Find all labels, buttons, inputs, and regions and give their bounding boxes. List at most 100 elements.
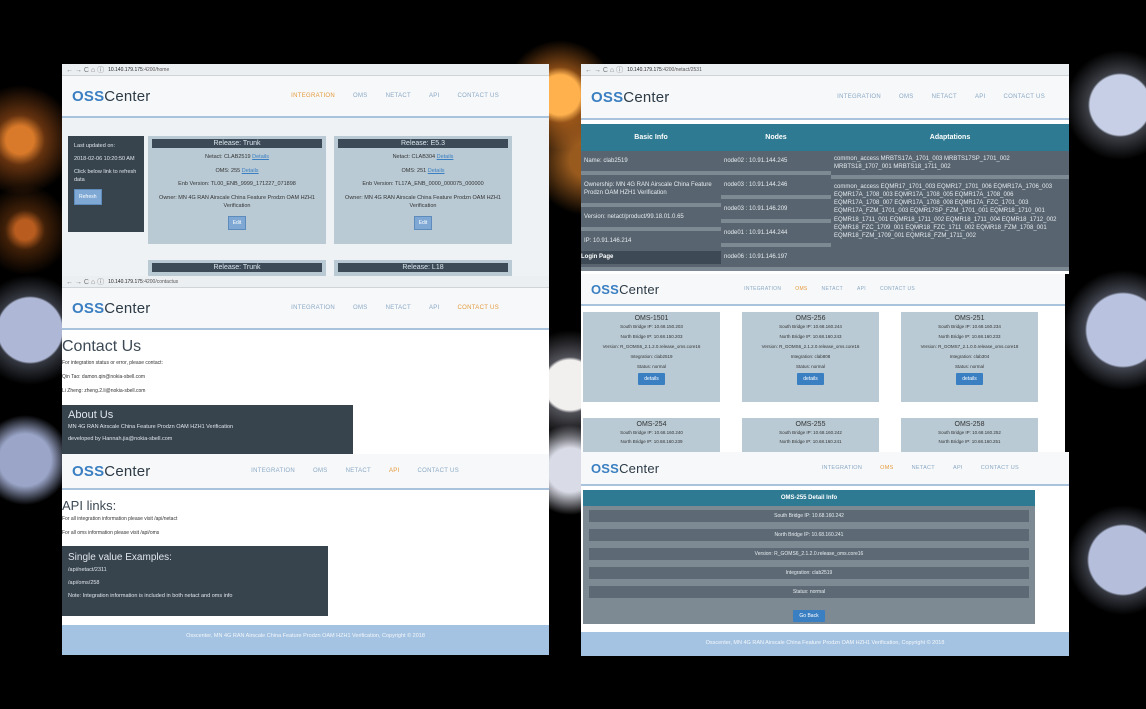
site-logo[interactable]: OSSCenter bbox=[591, 461, 659, 476]
oms-integration: Integration: clab2519 bbox=[630, 354, 673, 359]
oms-card: OMS-256 South Bridge IP: 10.68.160.244 N… bbox=[742, 312, 879, 402]
adaptation-list: common_access MRBTS17A_1701_003 MRBTS17S… bbox=[831, 151, 1069, 180]
nav-api[interactable]: API bbox=[429, 305, 440, 311]
site-header: OSSCenter INTEGRATION OMS NETACT API CON… bbox=[62, 76, 549, 118]
nav-api[interactable]: API bbox=[389, 468, 400, 474]
nav-netact[interactable]: NETACT bbox=[386, 93, 411, 99]
nav-api[interactable]: API bbox=[953, 465, 963, 471]
detail-row: North Bridge IP: 10.68.160.241 bbox=[589, 529, 1029, 541]
card-netact: Netact: CLAB2519 bbox=[205, 154, 251, 160]
oms-panel: OSSCenter INTEGRATION OMS NETACT API CON… bbox=[581, 274, 1065, 452]
refresh-button[interactable]: Refresh bbox=[74, 189, 102, 206]
nav-integration[interactable]: INTEGRATION bbox=[291, 305, 335, 311]
details-link[interactable]: Details bbox=[437, 154, 454, 160]
nav-integration[interactable]: INTEGRATION bbox=[744, 286, 781, 292]
basic-version: Version: netact/product/99.18.01.0.65 bbox=[581, 207, 721, 232]
detail-row: South Bridge IP: 10.68.160.242 bbox=[589, 510, 1029, 522]
nav-oms[interactable]: OMS bbox=[313, 468, 328, 474]
example-link[interactable]: /api/oms/258 bbox=[68, 580, 322, 586]
api-line: For all oms information please visit /ap… bbox=[62, 530, 160, 536]
details-link[interactable]: Details bbox=[252, 154, 269, 160]
nav-netact[interactable]: NETACT bbox=[346, 468, 371, 474]
detail-title: OMS-255 Detail Info bbox=[583, 490, 1035, 506]
site-logo[interactable]: OSSCenter bbox=[591, 282, 659, 297]
nav-integration[interactable]: INTEGRATION bbox=[822, 465, 862, 471]
address-bar[interactable]: 10.140.179.175:4200/contactus bbox=[108, 279, 178, 285]
nav-api[interactable]: API bbox=[857, 286, 866, 292]
nav-oms[interactable]: OMS bbox=[353, 305, 368, 311]
basic-ownership: Ownership: MN 4G RAN Airscale China Feat… bbox=[581, 175, 721, 208]
oms-status: Status: normal bbox=[636, 364, 666, 369]
nav-oms[interactable]: OMS bbox=[880, 465, 893, 471]
card-oms: OMS: 255 bbox=[215, 167, 241, 174]
card-enb: Enb Version: TL00_ENB_9999_171227_071898 bbox=[178, 181, 296, 188]
release-card: Release: E5.3 Netact: CLAB304 Details OM… bbox=[334, 136, 512, 244]
example-link[interactable]: /api/netact/2311 bbox=[68, 567, 322, 573]
site-header: OSSCenter INTEGRATION OMS NETACT API CON… bbox=[581, 452, 1069, 486]
footer-text: Osscenter, MN 4G RAN Airscale China Feat… bbox=[705, 640, 945, 646]
nav-menu: INTEGRATION OMS NETACT API CONTACT US bbox=[822, 465, 1019, 471]
nav-netact[interactable]: NETACT bbox=[386, 305, 411, 311]
site-header: OSSCenter INTEGRATION OMS NETACT API CON… bbox=[581, 76, 1069, 120]
nav-netact[interactable]: NETACT bbox=[822, 286, 843, 292]
browser-nav-icons[interactable]: ← → C ⌂ ⓘ bbox=[66, 277, 104, 287]
details-link[interactable]: Details bbox=[428, 168, 445, 174]
api-panel: OSSCenter INTEGRATION OMS NETACT API CON… bbox=[62, 454, 549, 655]
card-owner: Owner: MN 4G RAN Airscale China Feature … bbox=[345, 195, 501, 209]
oms-status: Status: normal bbox=[795, 364, 825, 369]
nav-contact[interactable]: CONTACT US bbox=[458, 93, 499, 99]
nav-integration[interactable]: INTEGRATION bbox=[837, 94, 881, 100]
nav-netact[interactable]: NETACT bbox=[912, 465, 935, 471]
details-button[interactable]: details bbox=[956, 373, 983, 385]
edit-button[interactable]: Edit bbox=[227, 216, 247, 231]
oms-nb: North Bridge IP: 10.68.160.241 bbox=[779, 439, 842, 444]
nav-contact[interactable]: CONTACT US bbox=[981, 465, 1019, 471]
home-panel: ← → C ⌂ ⓘ 10.140.179.175:4200/home OSSCe… bbox=[62, 64, 549, 276]
details-button[interactable]: details bbox=[638, 373, 665, 385]
site-logo[interactable]: OSSCenter bbox=[72, 463, 151, 480]
nav-netact[interactable]: NETACT bbox=[932, 94, 957, 100]
nav-oms[interactable]: OMS bbox=[353, 93, 368, 99]
details-link[interactable]: Details bbox=[242, 168, 259, 174]
address-bar[interactable]: 10.140.179.175:4200/netact/2531 bbox=[627, 67, 702, 73]
site-logo[interactable]: OSSCenter bbox=[72, 300, 151, 317]
col-header: Nodes bbox=[721, 124, 831, 151]
oms-title: OMS-258 bbox=[954, 421, 985, 428]
col-header: Basic Info bbox=[581, 124, 721, 151]
nav-integration[interactable]: INTEGRATION bbox=[291, 93, 335, 99]
nav-oms[interactable]: OMS bbox=[899, 94, 914, 100]
nav-api[interactable]: API bbox=[429, 93, 440, 99]
site-logo[interactable]: OSSCenter bbox=[72, 88, 151, 105]
release-card: Release: L18 bbox=[334, 260, 512, 276]
nav-contact[interactable]: CONTACT US bbox=[418, 468, 459, 474]
oms-sb: South Bridge IP: 10.68.160.242 bbox=[779, 430, 842, 435]
browser-nav-icons[interactable]: ← → C ⌂ ⓘ bbox=[585, 65, 623, 75]
nav-contact[interactable]: CONTACT US bbox=[458, 305, 499, 311]
nav-contact[interactable]: CONTACT US bbox=[1004, 94, 1045, 100]
card-title: Release: Trunk bbox=[152, 139, 322, 148]
nav-oms[interactable]: OMS bbox=[795, 286, 807, 292]
node-item: node03 : 10.91.146.209 bbox=[721, 199, 831, 224]
nav-menu: INTEGRATION OMS NETACT API CONTACT US bbox=[837, 94, 1045, 100]
examples-note: Note: Integration information is include… bbox=[68, 593, 233, 599]
browser-nav-icons[interactable]: ← → C ⌂ ⓘ bbox=[66, 65, 104, 75]
go-back-button[interactable]: Go Back bbox=[793, 610, 825, 622]
oms-sb: South Bridge IP: 10.68.160.252 bbox=[938, 430, 1001, 435]
card-enb: Enb Version: TL17A_ENB_0000_000075_00000… bbox=[362, 181, 484, 188]
page-title: Contact Us bbox=[62, 338, 142, 355]
site-logo[interactable]: OSSCenter bbox=[591, 89, 670, 106]
edit-button[interactable]: Edit bbox=[413, 216, 433, 231]
about-title: About Us bbox=[68, 409, 114, 421]
nav-menu: INTEGRATION OMS NETACT API CONTACT US bbox=[744, 286, 915, 292]
about-text: MN 4G RAN Airscale China Feature Prodzn … bbox=[68, 424, 234, 430]
nav-integration[interactable]: INTEGRATION bbox=[251, 468, 295, 474]
examples-title: Single value Examples: bbox=[68, 552, 172, 563]
nav-contact[interactable]: CONTACT US bbox=[880, 286, 915, 292]
oms-nb: North Bridge IP: 10.68.150.203 bbox=[620, 334, 683, 339]
contact-person: Li Zheng: zheng.2.li@nokia-sbell.com bbox=[62, 388, 146, 394]
login-page-link[interactable]: Login Page bbox=[581, 251, 721, 264]
nav-api[interactable]: API bbox=[975, 94, 986, 100]
address-bar[interactable]: 10.140.179.175:4200/home bbox=[108, 67, 169, 73]
details-button[interactable]: details bbox=[797, 373, 824, 385]
last-updated-label: Last updated on: bbox=[74, 143, 115, 149]
